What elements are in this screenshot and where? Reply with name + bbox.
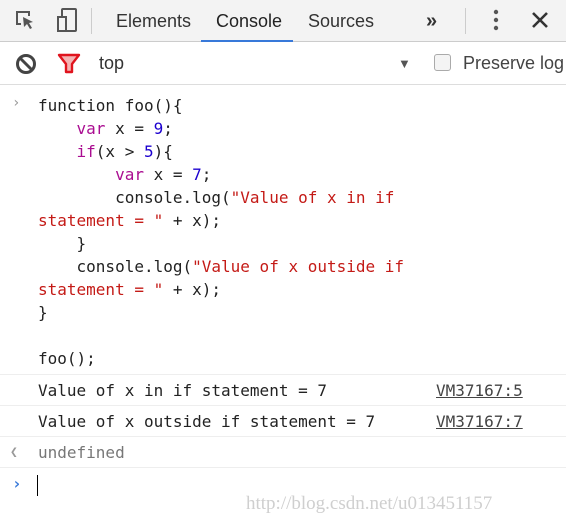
code-token: 7 — [192, 165, 202, 184]
code-token: (x > — [95, 142, 144, 161]
log-message: Value of x outside if statement = 7 VM37… — [0, 405, 566, 436]
console-input-entry: › function foo(){ var x = 9; if(x > 5){ … — [0, 86, 566, 370]
log-text: Value of x in if statement = 7 — [38, 381, 327, 400]
tab-elements[interactable]: Elements — [116, 0, 191, 42]
devtools-tabbar: Elements Console Sources » — [0, 0, 566, 42]
result-arrow-icon: ❮ — [10, 445, 18, 460]
code-token: foo(); — [38, 349, 96, 368]
clear-console-icon[interactable] — [14, 52, 38, 76]
code-line: console.log("Value of x outside if — [38, 255, 566, 278]
code-token: } — [38, 303, 48, 322]
input-prompt-icon: › — [12, 95, 21, 111]
text-cursor — [37, 475, 38, 496]
code-token: 5 — [143, 142, 154, 161]
code-token: ; — [201, 165, 212, 184]
tab-console[interactable]: Console — [216, 0, 282, 42]
code-token: ; — [163, 119, 173, 138]
code-token: x = — [105, 119, 154, 138]
preserve-log-label[interactable]: Preserve log — [463, 42, 564, 85]
code-line: if(x > 5){ — [38, 140, 566, 163]
watermark: http://blog.csdn.net/u013451157 — [246, 493, 493, 514]
code-line: foo(); — [38, 347, 566, 370]
code-token: function foo(){ — [38, 96, 183, 115]
code-token: console.log( — [38, 188, 231, 207]
console-filterbar: top ▼ Preserve log — [0, 42, 566, 85]
code-token: + x); — [163, 280, 222, 299]
code-line: var x = 7; — [38, 163, 566, 186]
code-token: x = — [143, 165, 193, 184]
code-token: var — [115, 165, 144, 184]
code-token: var — [76, 119, 106, 138]
console-output: › function foo(){ var x = 9; if(x > 5){ … — [0, 86, 566, 501]
code-line: } — [38, 232, 566, 255]
close-icon[interactable] — [526, 6, 554, 34]
result-row: ❮ undefined — [0, 436, 566, 467]
filter-icon[interactable] — [57, 52, 81, 76]
code-line: console.log("Value of x in if — [38, 186, 566, 209]
prompt-chevron-icon: › — [12, 474, 22, 493]
code-token: + x); — [163, 211, 222, 230]
more-tabs-icon[interactable]: » — [426, 0, 437, 42]
code-token: console.log( — [38, 257, 193, 276]
kebab-menu-icon[interactable] — [482, 6, 510, 34]
code-token: if — [76, 142, 96, 161]
result-value: undefined — [38, 443, 125, 462]
code-token: "Value of x in if — [230, 188, 395, 207]
log-message: Value of x in if statement = 7 VM37167:5 — [0, 374, 566, 405]
toolbar-divider — [91, 8, 92, 34]
source-link[interactable]: VM37167:7 — [436, 406, 523, 437]
code-line: } — [38, 301, 566, 324]
code-line: var x = 9; — [38, 117, 566, 140]
tab-sources[interactable]: Sources — [308, 0, 374, 42]
source-link[interactable]: VM37167:5 — [436, 375, 523, 406]
code-token: } — [38, 234, 87, 253]
log-text: Value of x outside if statement = 7 — [38, 412, 376, 431]
device-toolbar-icon[interactable] — [54, 6, 82, 34]
code-token: 9 — [153, 119, 164, 138]
code-token: ){ — [153, 142, 173, 161]
code-token: statement = " — [38, 211, 164, 230]
code-token: "Value of x outside if — [192, 257, 405, 276]
chevron-down-icon[interactable]: ▼ — [398, 56, 411, 71]
code-line: statement = " + x); — [38, 278, 566, 301]
toolbar-divider — [465, 8, 466, 34]
code-token: statement = " — [38, 280, 164, 299]
context-selector[interactable]: top — [99, 42, 124, 85]
code-line: function foo(){ — [38, 94, 566, 117]
inspect-element-icon[interactable] — [11, 6, 39, 34]
code-block: function foo(){ var x = 9; if(x > 5){ va… — [38, 94, 566, 370]
preserve-log-checkbox[interactable] — [434, 54, 451, 71]
code-line: statement = " + x); — [38, 209, 566, 232]
